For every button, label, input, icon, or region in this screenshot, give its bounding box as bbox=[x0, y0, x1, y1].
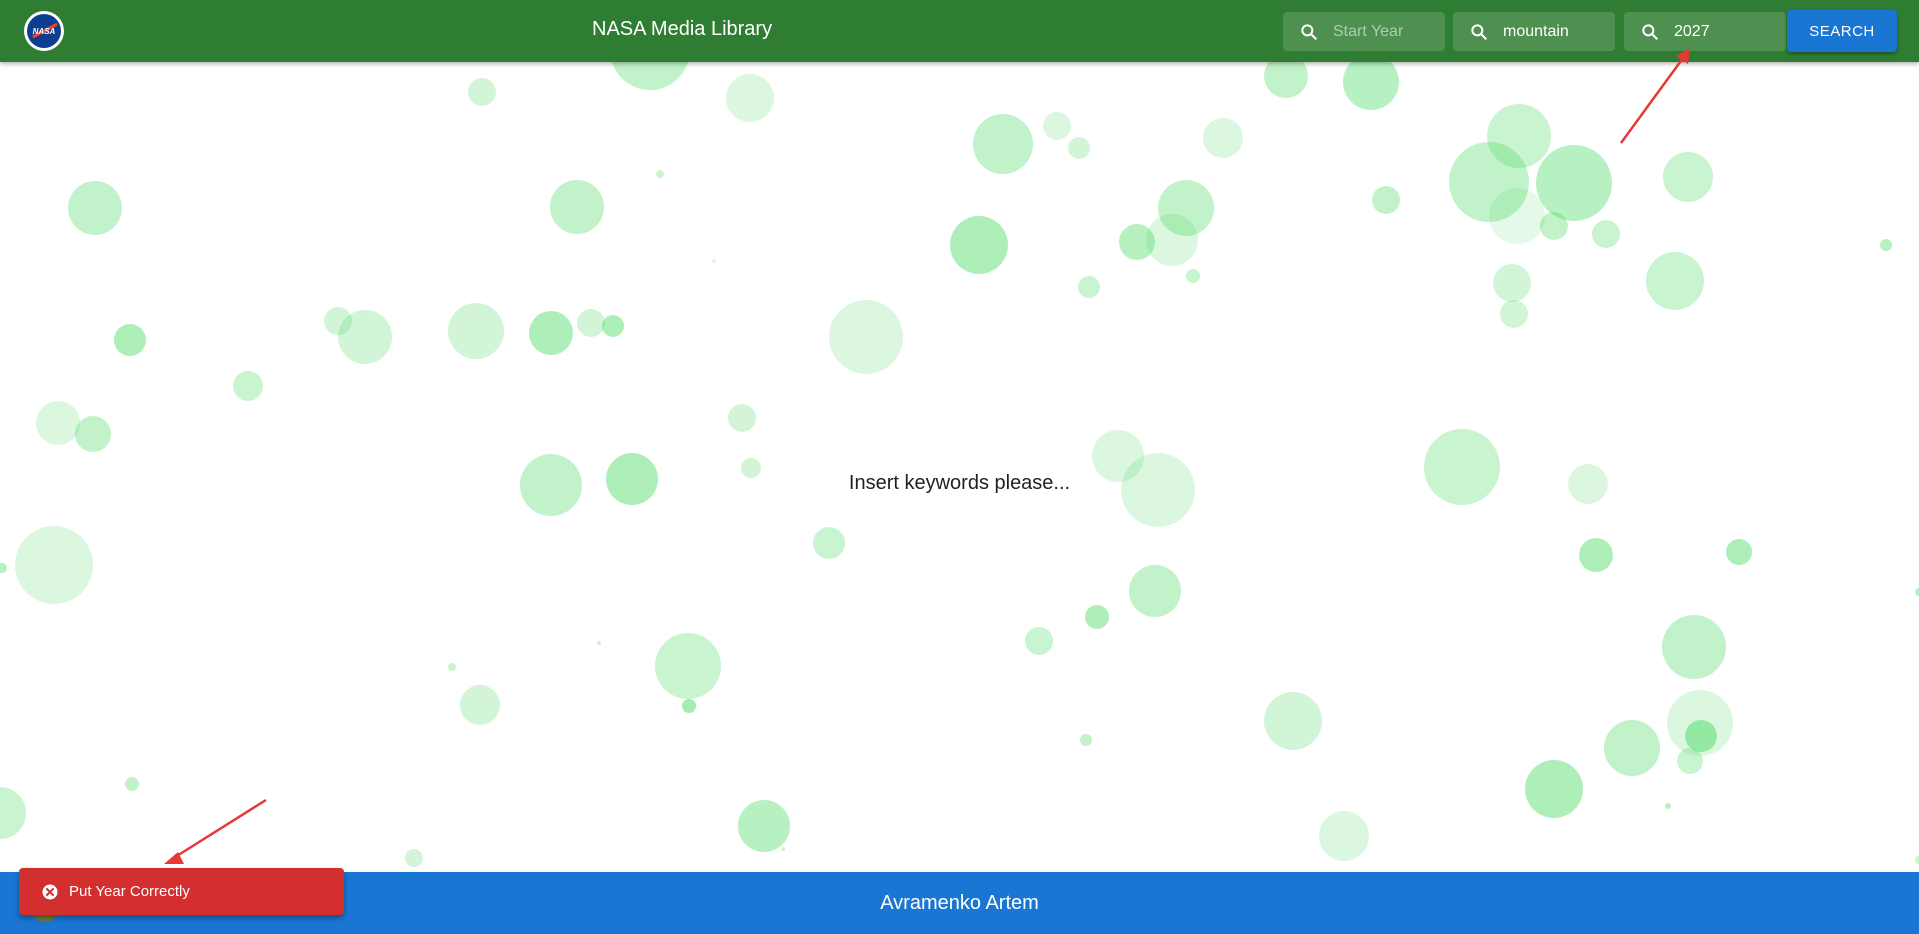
background-bubble bbox=[460, 685, 500, 725]
background-bubble bbox=[728, 404, 756, 432]
background-bubble bbox=[1525, 760, 1583, 818]
background-bubble bbox=[1579, 538, 1613, 572]
background-bubble bbox=[712, 259, 716, 263]
background-bubble bbox=[813, 527, 845, 559]
background-bubble bbox=[1662, 615, 1726, 679]
end-year-field[interactable] bbox=[1624, 12, 1786, 51]
background-bubble bbox=[15, 526, 93, 604]
background-bubble bbox=[1726, 539, 1752, 565]
end-year-input[interactable] bbox=[1674, 22, 1774, 41]
background-bubble bbox=[1025, 627, 1053, 655]
background-bubble bbox=[738, 800, 790, 852]
search-icon bbox=[1471, 23, 1487, 40]
background-bubble bbox=[233, 371, 263, 401]
background-bubble bbox=[0, 787, 26, 839]
background-bubble bbox=[448, 663, 456, 671]
start-year-field[interactable] bbox=[1283, 12, 1445, 51]
nasa-meatball-icon: NASA bbox=[27, 14, 61, 48]
background-bubble bbox=[529, 311, 573, 355]
background-bubble bbox=[1264, 692, 1322, 750]
background-bubble bbox=[726, 74, 774, 122]
background-bubble bbox=[1646, 252, 1704, 310]
background-bubble bbox=[1677, 748, 1703, 774]
background-bubble bbox=[1604, 720, 1660, 776]
background-bubble bbox=[656, 170, 664, 178]
toast-message: Put Year Correctly bbox=[69, 883, 190, 900]
background-bubble bbox=[1319, 811, 1369, 861]
background-bubble bbox=[1592, 220, 1620, 248]
background-bubble bbox=[781, 847, 785, 851]
background-bubble bbox=[1540, 212, 1568, 240]
background-bubble bbox=[1080, 734, 1092, 746]
background-bubble bbox=[577, 309, 605, 337]
background-bubble bbox=[1663, 152, 1713, 202]
footer-author: Avramenko Artem bbox=[880, 891, 1039, 914]
search-icon bbox=[1301, 23, 1317, 40]
background-bubble bbox=[36, 401, 80, 445]
background-bubble bbox=[682, 699, 696, 713]
background-bubble bbox=[602, 315, 624, 337]
background-bubble bbox=[950, 216, 1008, 274]
empty-state-message: Insert keywords please... bbox=[848, 472, 1071, 494]
app-bar: NASA NASA Media Library SEARCH bbox=[0, 0, 1919, 62]
background-bubble bbox=[1203, 118, 1243, 158]
background-bubble bbox=[1493, 264, 1531, 302]
background-bubble bbox=[1078, 276, 1100, 298]
background-bubble bbox=[1068, 137, 1090, 159]
background-bubble bbox=[1665, 803, 1671, 809]
background-bubble bbox=[1043, 112, 1071, 140]
background-bubble bbox=[338, 310, 392, 364]
page-title: NASA Media Library bbox=[592, 18, 773, 40]
keywords-field[interactable] bbox=[1453, 12, 1615, 51]
error-toast[interactable]: Put Year Correctly bbox=[19, 868, 344, 915]
background-bubble bbox=[1372, 186, 1400, 214]
background-bubble bbox=[829, 300, 903, 374]
error-circle-icon bbox=[42, 884, 58, 899]
background-bubble bbox=[1915, 588, 1919, 596]
background-bubble bbox=[973, 114, 1033, 174]
background-bubble bbox=[1880, 239, 1892, 251]
background-bubble bbox=[1489, 188, 1545, 244]
background-bubble bbox=[1186, 269, 1200, 283]
background-bubble bbox=[550, 180, 604, 234]
background-bubble bbox=[655, 633, 721, 699]
background-bubble bbox=[448, 303, 504, 359]
background-bubble bbox=[405, 849, 423, 867]
background-bubble bbox=[610, 62, 690, 90]
background-bubble bbox=[1264, 62, 1308, 98]
background-bubble bbox=[75, 416, 111, 452]
background-bubble bbox=[1500, 300, 1528, 328]
nasa-logo[interactable]: NASA bbox=[24, 11, 64, 51]
search-icon bbox=[1642, 23, 1658, 40]
bubble-background bbox=[0, 62, 1919, 872]
background-bubble bbox=[1536, 145, 1612, 221]
background-bubble bbox=[114, 324, 146, 356]
start-year-input[interactable] bbox=[1333, 22, 1433, 41]
background-bubble bbox=[468, 78, 496, 106]
background-bubble bbox=[1129, 565, 1181, 617]
background-bubble bbox=[1343, 62, 1399, 110]
background-bubble bbox=[1915, 856, 1919, 864]
background-bubble bbox=[0, 563, 7, 573]
search-button[interactable]: SEARCH bbox=[1787, 10, 1897, 52]
keywords-input[interactable] bbox=[1503, 22, 1603, 41]
background-bubble bbox=[1146, 214, 1198, 266]
background-bubble bbox=[1085, 605, 1109, 629]
background-bubble bbox=[597, 641, 601, 645]
background-bubble bbox=[68, 181, 122, 235]
background-bubble bbox=[125, 777, 139, 791]
